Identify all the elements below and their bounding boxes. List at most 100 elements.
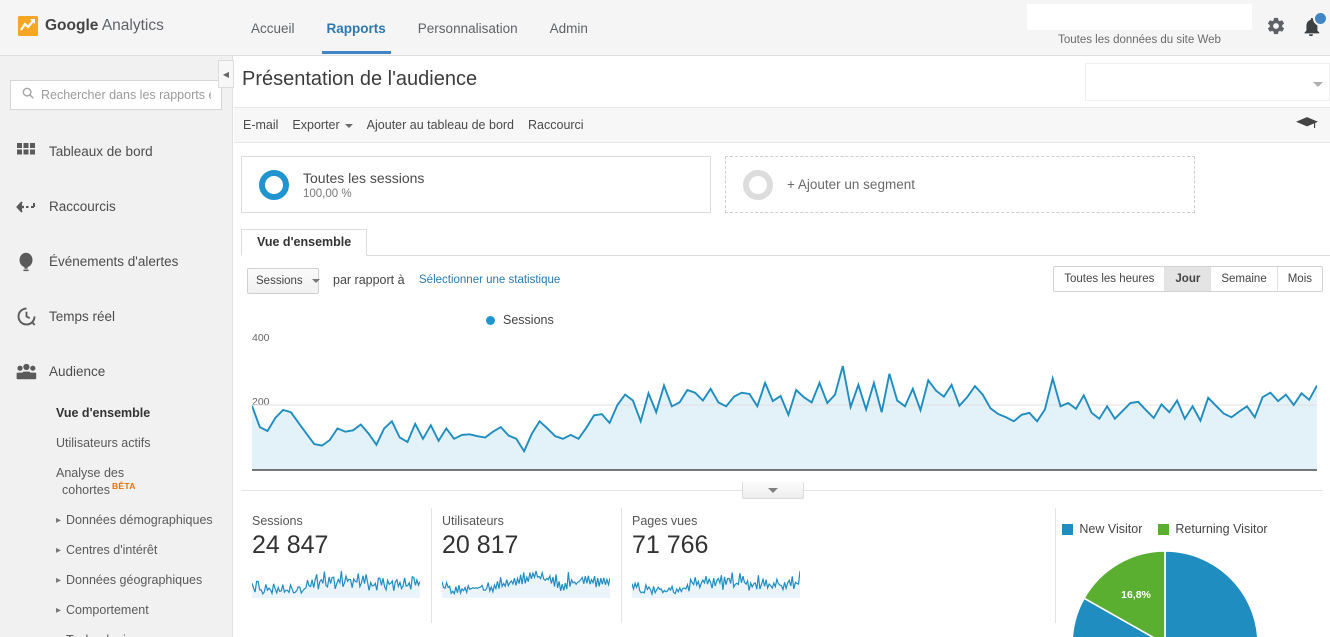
chevron-down-icon (344, 123, 353, 128)
sidebar-label: Temps réel (49, 309, 116, 324)
audience-submenu: Vue d'ensemble Utilisateurs actifs Analy… (0, 399, 232, 637)
account-selector[interactable] (1027, 4, 1252, 30)
legend-label: Returning Visitor (1175, 522, 1268, 536)
tab-strip: Vue d'ensemble (241, 229, 1330, 256)
sparkline (441, 570, 611, 598)
sparkline (631, 570, 801, 598)
audience-people-icon (13, 360, 39, 384)
granularity-toutes-les-heures[interactable]: Toutes les heures (1054, 267, 1165, 291)
sidebar-item-technologie[interactable]: Technologie (56, 626, 232, 637)
tab-vue-densemble[interactable]: Vue d'ensemble (241, 229, 368, 256)
metric-sessions: Sessions 24 847 (241, 514, 431, 605)
chevron-down-icon (311, 279, 320, 283)
segment-donut-icon (259, 169, 289, 200)
metric-pages-vues: Pages vues 71 766 (621, 508, 811, 623)
sidebar-item-donnees-demographiques[interactable]: Données démographiques (56, 506, 232, 536)
svg-text:16,8%: 16,8% (1121, 589, 1151, 601)
sidebar-item-tableaux-de-bord[interactable]: Tableaux de bord (0, 124, 232, 179)
chart-legend: Sessions (486, 312, 1330, 328)
sidebar-item-evenements-alertes[interactable]: Événements d'alertes (0, 234, 232, 289)
shortcut-arrow-icon (13, 195, 39, 219)
chart-expander (234, 482, 1330, 500)
brand-analytics: Analytics (98, 17, 164, 34)
add-segment-button[interactable]: + Ajouter un segment (725, 156, 1195, 213)
sidebar-label: Tableaux de bord (49, 144, 153, 159)
granularity-toggle: Toutes les heures Jour Semaine Mois (1053, 266, 1323, 292)
metric-select[interactable]: Sessions (247, 268, 320, 294)
visitor-pie-chart[interactable]: 16,8% (1000, 548, 1330, 637)
pie-canvas: 16,8% (1072, 550, 1258, 637)
beta-badge: BÊTA (111, 481, 136, 491)
collapse-left-icon[interactable]: ◀ (218, 60, 234, 88)
search-input[interactable] (41, 88, 211, 102)
segments-row: Toutes les sessions 100,00 % + Ajouter u… (234, 143, 1330, 213)
sidebar: Tableaux de bord Raccourcis (0, 56, 233, 637)
legend-color-swatch (1158, 523, 1170, 535)
nav-accueil[interactable]: Accueil (235, 2, 311, 54)
export-button[interactable]: Exporter (292, 118, 353, 132)
top-bar: Google Analytics Accueil Rapports Person… (0, 0, 1330, 56)
select-metric-link[interactable]: Sélectionner une statistique (419, 274, 560, 286)
chart-canvas (252, 365, 1317, 471)
sidebar-item-donnees-geographiques[interactable]: Données géographiques (56, 566, 232, 596)
google-analytics-logo[interactable]: Google Analytics (18, 16, 164, 36)
nav-admin[interactable]: Admin (534, 2, 604, 54)
notification-badge (1313, 11, 1328, 26)
search-reports-box[interactable] (10, 80, 222, 110)
granularity-mois[interactable]: Mois (1276, 267, 1322, 291)
page-title: Présentation de l'audience (242, 68, 478, 90)
sidebar-item-raccourcis[interactable]: Raccourcis (0, 179, 232, 234)
metrics-row: Sessions 24 847 Utilisateurs 20 817 Page… (241, 508, 1330, 637)
sidebar-item-comportement[interactable]: Comportement (56, 596, 232, 626)
granularity-semaine[interactable]: Semaine (1210, 267, 1277, 291)
segment-all-sessions[interactable]: Toutes les sessions 100,00 % (241, 156, 711, 213)
sidebar-item-centres-dinteret[interactable]: Centres d'intérêt (56, 536, 232, 566)
sidebar-item-vue-densemble[interactable]: Vue d'ensemble (56, 399, 232, 429)
brand-google: Google (45, 17, 99, 34)
cohort-line1: Analyse des (56, 466, 125, 480)
sparkline (251, 570, 421, 598)
legend-new-visitor[interactable]: New Visitor (1062, 522, 1142, 536)
alert-balloon-icon (13, 250, 39, 274)
segment-percent: 100,00 % (303, 187, 352, 200)
metric-utilisateurs: Utilisateurs 20 817 (431, 508, 621, 623)
segment-title: Toutes les sessions (303, 170, 425, 187)
metric-label: Pages vues (632, 514, 698, 528)
sidebar-label: Audience (49, 364, 106, 379)
gear-icon[interactable] (1266, 16, 1290, 40)
granularity-jour[interactable]: Jour (1164, 267, 1211, 291)
email-button[interactable]: E-mail (243, 118, 278, 132)
legend-returning-visitor[interactable]: Returning Visitor (1158, 522, 1268, 536)
sessions-chart[interactable]: 400 200 (241, 332, 1325, 478)
dashboard-grid-icon (13, 140, 39, 164)
sidebar-item-utilisateurs-actifs[interactable]: Utilisateurs actifs (56, 429, 232, 459)
graduation-cap-icon[interactable] (1296, 117, 1318, 137)
sidebar-label: Événements d'alertes (49, 254, 179, 269)
date-range-picker[interactable] (1085, 63, 1330, 101)
page-header: Présentation de l'audience (234, 56, 1330, 107)
compare-label: par rapport à (333, 273, 405, 287)
analytics-logo-icon (18, 16, 38, 36)
chevron-down-icon (768, 487, 778, 493)
shortcut-button[interactable]: Raccourci (528, 118, 584, 132)
sidebar-item-analyse-des-cohortes[interactable]: Analyse des cohortes BÊTA (56, 459, 232, 506)
nav-rapports[interactable]: Rapports (311, 2, 402, 54)
visitor-type-panel: New Visitor Returning Visitor 16,8% (1000, 514, 1330, 637)
add-to-dashboard-button[interactable]: Ajouter au tableau de bord (367, 118, 514, 132)
metric-label: Sessions (252, 514, 303, 528)
search-icon (21, 86, 35, 105)
sidebar-item-temps-reel[interactable]: Temps réel (0, 289, 232, 344)
expand-chart-button[interactable] (742, 482, 804, 499)
legend-label-sessions: Sessions (503, 313, 554, 327)
chart-controls: Sessions par rapport à Sélectionner une … (241, 266, 1330, 306)
main-content: Présentation de l'audience E-mail Export… (234, 56, 1330, 637)
action-toolbar: E-mail Exporter Ajouter au tableau de bo… (234, 107, 1330, 143)
sidebar-label: Raccourcis (49, 199, 116, 214)
metric-value: 20 817 (442, 531, 519, 559)
account-view-label: Toutes les données du site Web (1058, 34, 1221, 46)
metric-label: Utilisateurs (442, 514, 504, 528)
nav-personnalisation[interactable]: Personnalisation (402, 2, 534, 54)
sidebar-item-audience[interactable]: Audience (0, 344, 232, 399)
legend-label: New Visitor (1079, 522, 1143, 536)
metric-value: 24 847 (252, 531, 329, 559)
